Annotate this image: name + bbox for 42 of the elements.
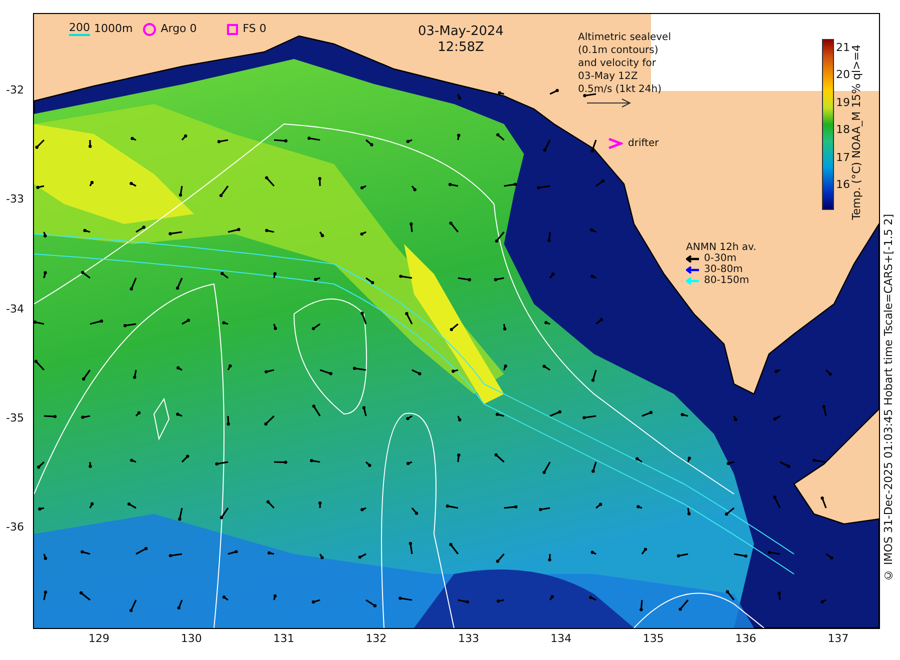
axis-tick-label: 132 [366,632,387,645]
anmn-legend-title: ANMN 12h av. [686,242,756,253]
credit-text: © IMOS 31-Dec-2025 01:03:45 Hobart time Tscale=CARS+[-1.5 2] [882,214,895,582]
velocity-scale-arrow-icon [586,98,632,108]
colorbar-tick-label: 16 [836,179,850,191]
altimetry-note-line: 0.5m/s (1kt 24h) [578,83,663,96]
axis-tick-label: -33 [6,192,24,206]
anmn-depth-label: 80-150m [704,275,750,286]
axis-tick-label: 136 [735,632,756,645]
colorbar-tick-label: 19 [836,96,850,109]
axis-tick-label: -35 [6,411,24,424]
map-time: 12:58Z [438,40,484,56]
anmn-depth-label: 0-30m [704,253,736,264]
altimetry-note-line: Altimetric sealevel [578,31,671,44]
axis-tick-label: 133 [458,632,480,645]
anmn-depth-label: 30-80m [704,264,743,275]
depth-contour-legend: 1000m [94,23,133,35]
axis-tick-label: -32 [6,84,24,96]
map-date: 03-May-2024 [418,24,504,40]
drifter-legend-label: drifter [628,138,659,149]
axis-tick-label: 131 [273,632,294,645]
axis-tick-label: 129 [88,632,110,645]
altimetry-note-line: and velocity for [578,57,658,70]
colorbar-tick-label: 21 [836,42,850,54]
colorbar-tick-label: 20 [836,69,850,82]
fs-legend-label: FS 0 [242,23,266,35]
axis-tick-label: 134 [550,632,572,645]
colorbar-tick-label: 18 [836,124,850,136]
axis-tick-label: 130 [180,632,202,645]
colorbar-tick-label: 17 [836,152,850,164]
square-marker-icon [226,24,238,34]
altimetry-note-line: (0.1m contours) [578,44,660,57]
axis-tick-label: 135 [642,632,664,645]
colorbar-title: Temp. (°C) NOAA_M 15% ql>=4 [850,43,863,220]
argo-legend-label: Argo 0 [160,23,197,35]
axis-tick-label: -36 [6,520,24,534]
altimetry-note-line: 03-May 12Z [578,70,639,83]
drifter-chevron-icon [608,138,623,149]
depth-contour-legend: 200 [69,22,90,36]
axis-tick-label: -34 [6,302,24,316]
circle-marker-icon [142,22,156,36]
axis-tick-label: 137 [828,632,849,645]
